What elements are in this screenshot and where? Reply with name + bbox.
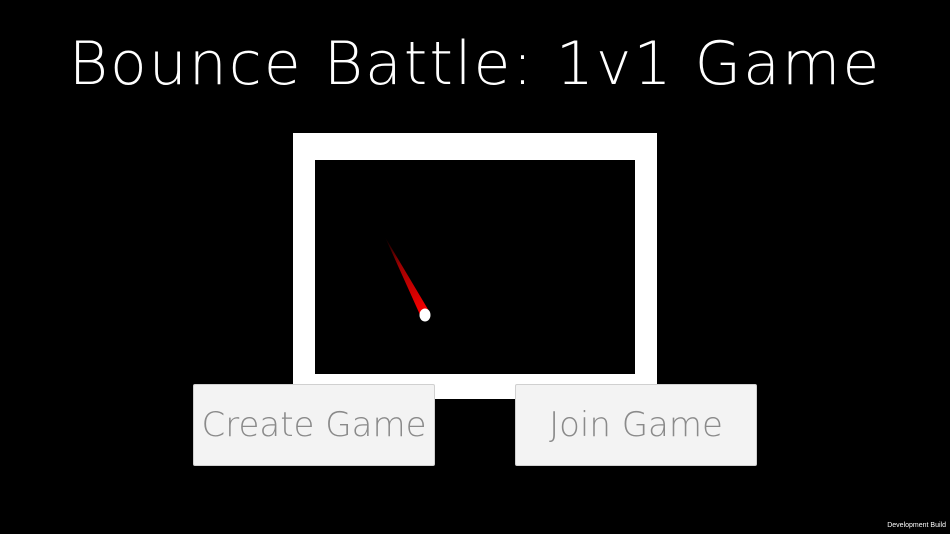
main-menu-screen: Bounce Battle: 1v1 Game Create Game Join… [0,0,950,534]
join-game-button[interactable]: Join Game [515,384,757,466]
arena-field [315,160,635,374]
game-title: Bounce Battle: 1v1 Game [68,29,882,99]
ball [419,308,431,322]
ball-trail [385,237,429,317]
create-game-button[interactable]: Create Game [193,384,435,466]
arena-animation [385,237,431,322]
development-build-label: Development Build [887,522,946,529]
arena-preview [293,133,657,399]
